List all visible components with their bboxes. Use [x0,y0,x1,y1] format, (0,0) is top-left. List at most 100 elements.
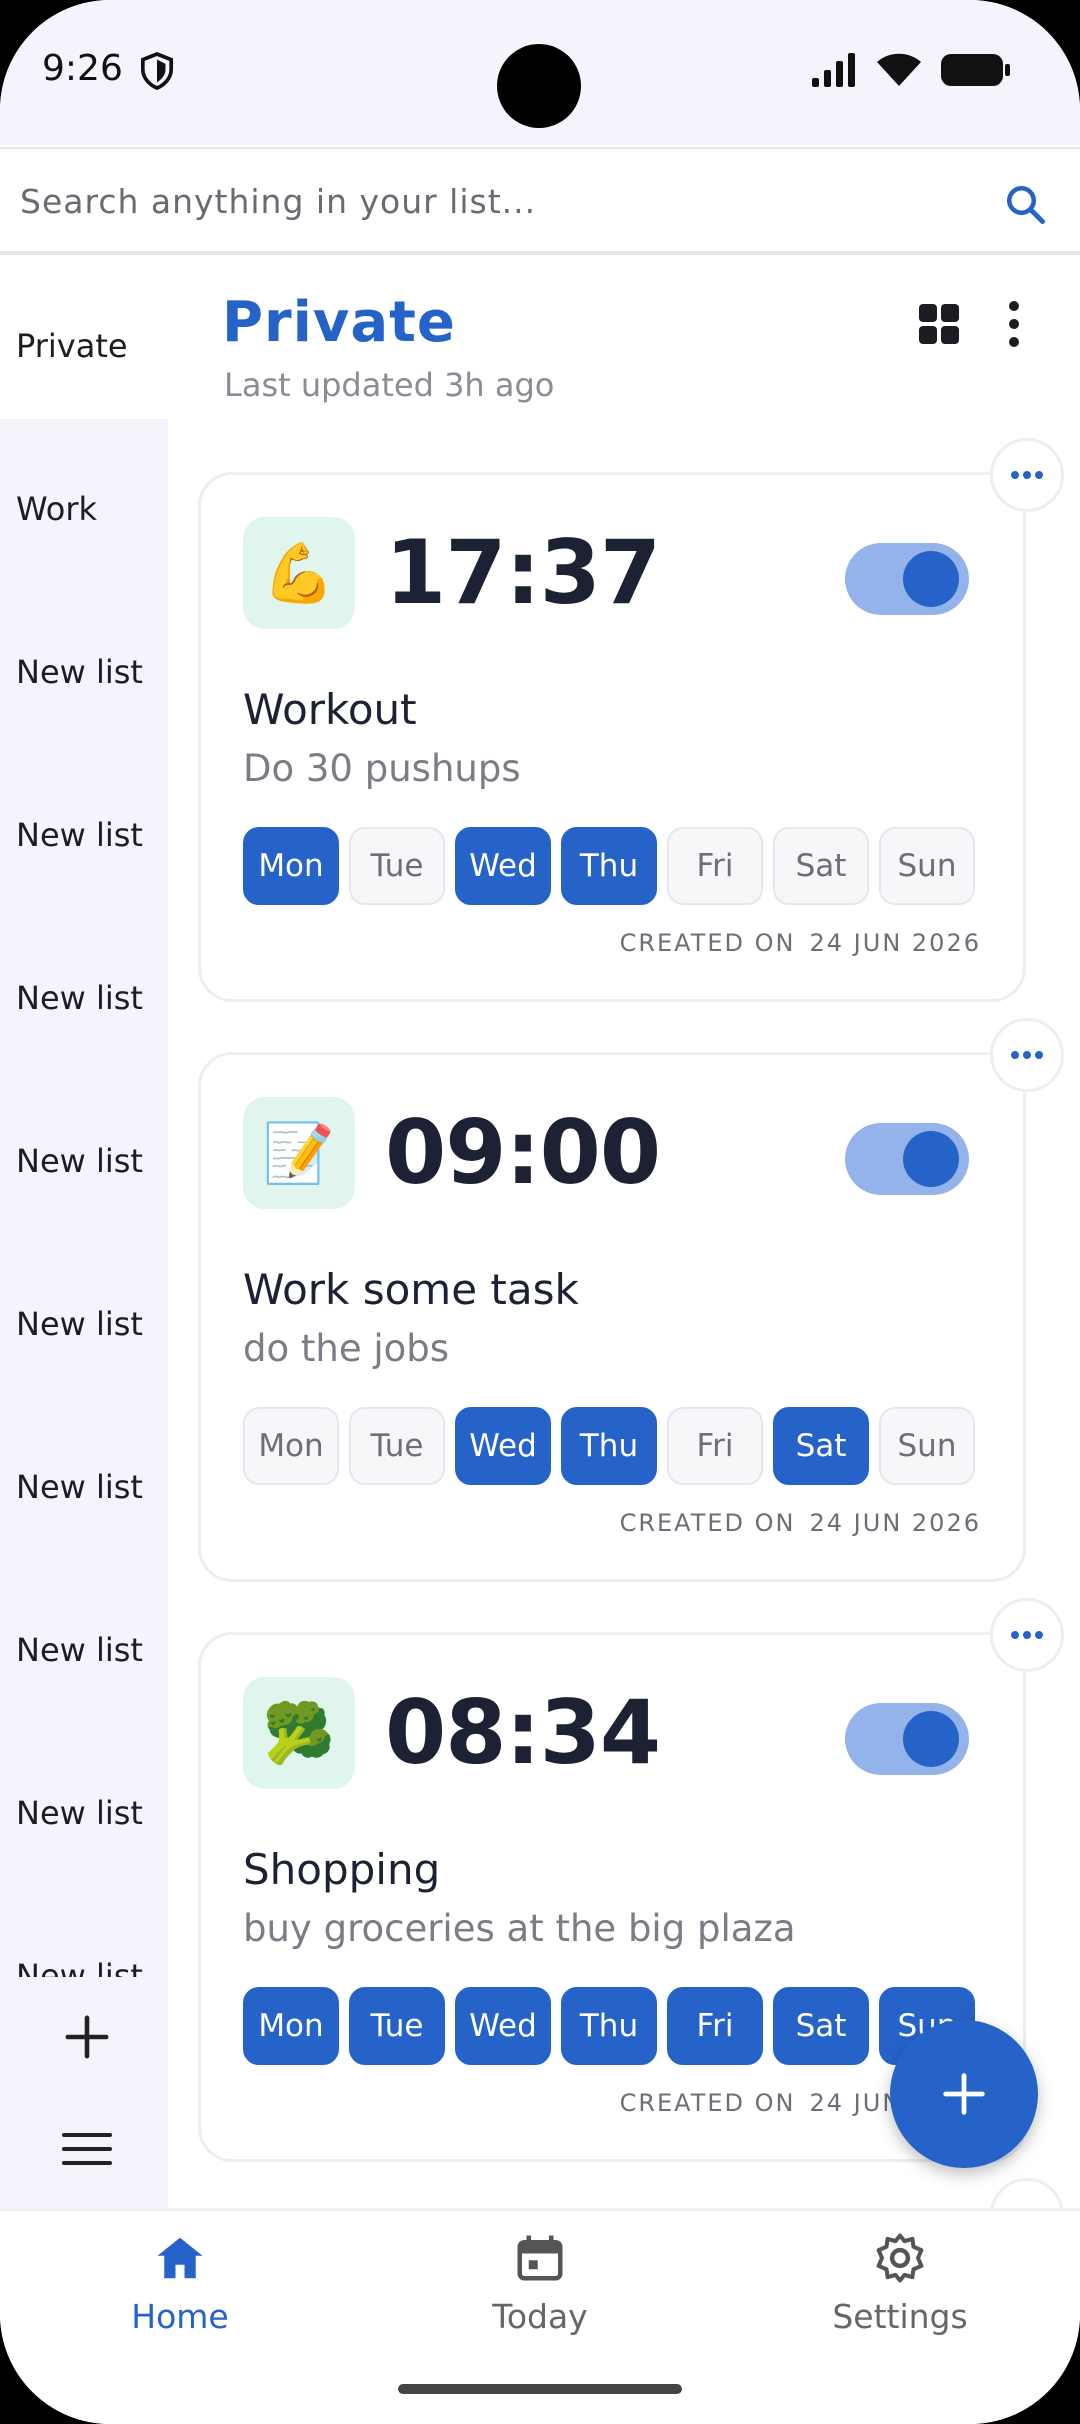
search-icon[interactable] [1004,183,1046,225]
nav-home[interactable]: Home [50,2231,310,2336]
menu-icon[interactable] [62,2131,112,2167]
task-card[interactable]: 📝 09:00 Work some task do the jobs Mon Tu… [198,1052,1026,1582]
nav-today[interactable]: Today [410,2231,670,2336]
created-date: 24 JUN 2026 [809,929,981,957]
day-chip[interactable]: Thu [561,1407,657,1485]
more-horizontal-icon [1011,471,1043,479]
day-chip[interactable]: Sun [879,827,975,905]
day-chip[interactable]: Mon [243,827,339,905]
day-chip[interactable]: Wed [455,1987,551,2065]
emoji-glyph: 🥦 [262,1698,336,1767]
more-horizontal-icon [1011,1051,1043,1059]
day-chip[interactable]: Fri [667,1407,763,1485]
nav-today-label: Today [492,2297,588,2336]
created-on: CREATED ON 24 JUN 2026 [620,929,981,957]
wifi-icon [877,53,921,86]
day-selector: Mon Tue Wed Thu Fri Sat Sun [243,827,975,905]
nav-settings[interactable]: Settings [770,2231,1030,2336]
page-title: Private [222,290,456,355]
day-chip[interactable]: Mon [243,1987,339,2065]
home-indicator [398,2384,682,2394]
day-chip[interactable]: Tue [349,1407,445,1485]
task-emoji: 🥦 [243,1677,355,1789]
sidebar-item[interactable]: New list [16,1142,143,1180]
home-icon [157,2237,203,2279]
sidebar-item[interactable]: New list [16,1468,143,1506]
day-selector: Mon Tue Wed Thu Fri Sat Sun [243,1987,975,2065]
search-input[interactable] [20,175,980,227]
task-toggle[interactable] [845,1123,969,1195]
toggle-knob [903,1711,959,1767]
day-chip[interactable]: Mon [243,1407,339,1485]
last-updated-text: Last updated 3h ago [224,366,555,404]
task-emoji: 💪 [243,517,355,629]
created-on: CREATED ON 24 JUN 2026 [620,1509,981,1537]
camera-cutout [497,44,581,128]
status-time: 9:26 [42,48,123,89]
more-horizontal-icon [1011,1631,1043,1639]
card-more-button[interactable] [990,438,1064,512]
sidebar-list: Private Work New list New list New list New l… [0,259,168,1977]
emoji-glyph: 📝 [262,1118,336,1187]
day-chip[interactable]: Thu [561,827,657,905]
created-label: CREATED ON [619,1509,796,1537]
add-task-button[interactable] [890,2020,1038,2168]
task-toggle[interactable] [845,1703,969,1775]
day-chip[interactable]: Tue [349,1987,445,2065]
nav-settings-label: Settings [832,2297,968,2336]
day-chip[interactable]: Thu [561,1987,657,2065]
sidebar-item[interactable]: New list [16,979,143,1017]
task-time: 09:00 [385,1101,661,1204]
day-chip[interactable]: Sat [773,1987,869,2065]
grid-view-icon[interactable] [918,303,960,345]
calendar-icon [517,2235,563,2281]
sidebar-item[interactable]: New list [16,1794,143,1832]
gear-icon [876,2233,924,2283]
signal-icon [812,53,855,87]
day-chip[interactable]: Sun [879,1407,975,1485]
task-card[interactable]: 💪 17:37 Workout Do 30 pushups Mon Tue Wed T… [198,472,1026,1002]
shield-icon [140,52,174,90]
add-list-icon[interactable] [64,2014,110,2060]
created-label: CREATED ON [619,2089,796,2117]
card-more-button[interactable] [990,1018,1064,1092]
day-chip[interactable]: Fri [667,827,763,905]
status-bar: 9:26 [0,0,1080,145]
sidebar-item[interactable]: Work [16,490,97,528]
task-time: 08:34 [385,1681,661,1784]
status-icons [810,52,1012,88]
battery-icon [941,54,1010,86]
task-title: Work some task [243,1265,579,1314]
sidebar-item[interactable]: New list [16,1631,143,1669]
toggle-knob [903,551,959,607]
day-chip[interactable]: Wed [455,827,551,905]
task-description: buy groceries at the big plaza [243,1907,796,1950]
sidebar-item[interactable]: New list [16,816,143,854]
search-bar [0,147,1080,255]
phone-screen: 9:26 Search anything in your list... Pri… [0,0,1080,2424]
card-more-button[interactable] [990,1598,1064,1672]
plus-icon [943,2073,985,2115]
day-chip[interactable]: Tue [349,827,445,905]
day-chip[interactable]: Wed [455,1407,551,1485]
task-time: 17:37 [385,521,661,624]
sidebar: Private Work New list New list New list New l… [0,259,168,2209]
created-date: 24 JUN 2026 [809,1509,981,1537]
toggle-knob [903,1131,959,1187]
more-vertical-icon[interactable] [1006,300,1022,348]
day-chip[interactable]: Fri [667,1987,763,2065]
sidebar-item[interactable]: New list [16,1957,143,1977]
sidebar-item[interactable]: New list [16,1305,143,1343]
created-label: CREATED ON [619,929,796,957]
emoji-glyph: 💪 [262,538,336,607]
sidebar-item[interactable]: New list [16,653,143,691]
task-title: Shopping [243,1845,441,1894]
task-toggle[interactable] [845,543,969,615]
nav-home-label: Home [131,2297,229,2336]
day-selector: Mon Tue Wed Thu Fri Sat Sun [243,1407,975,1485]
day-chip[interactable]: Sat [773,827,869,905]
sidebar-item[interactable]: Private [16,327,128,365]
task-emoji: 📝 [243,1097,355,1209]
task-title: Workout [243,685,417,734]
day-chip[interactable]: Sat [773,1407,869,1485]
